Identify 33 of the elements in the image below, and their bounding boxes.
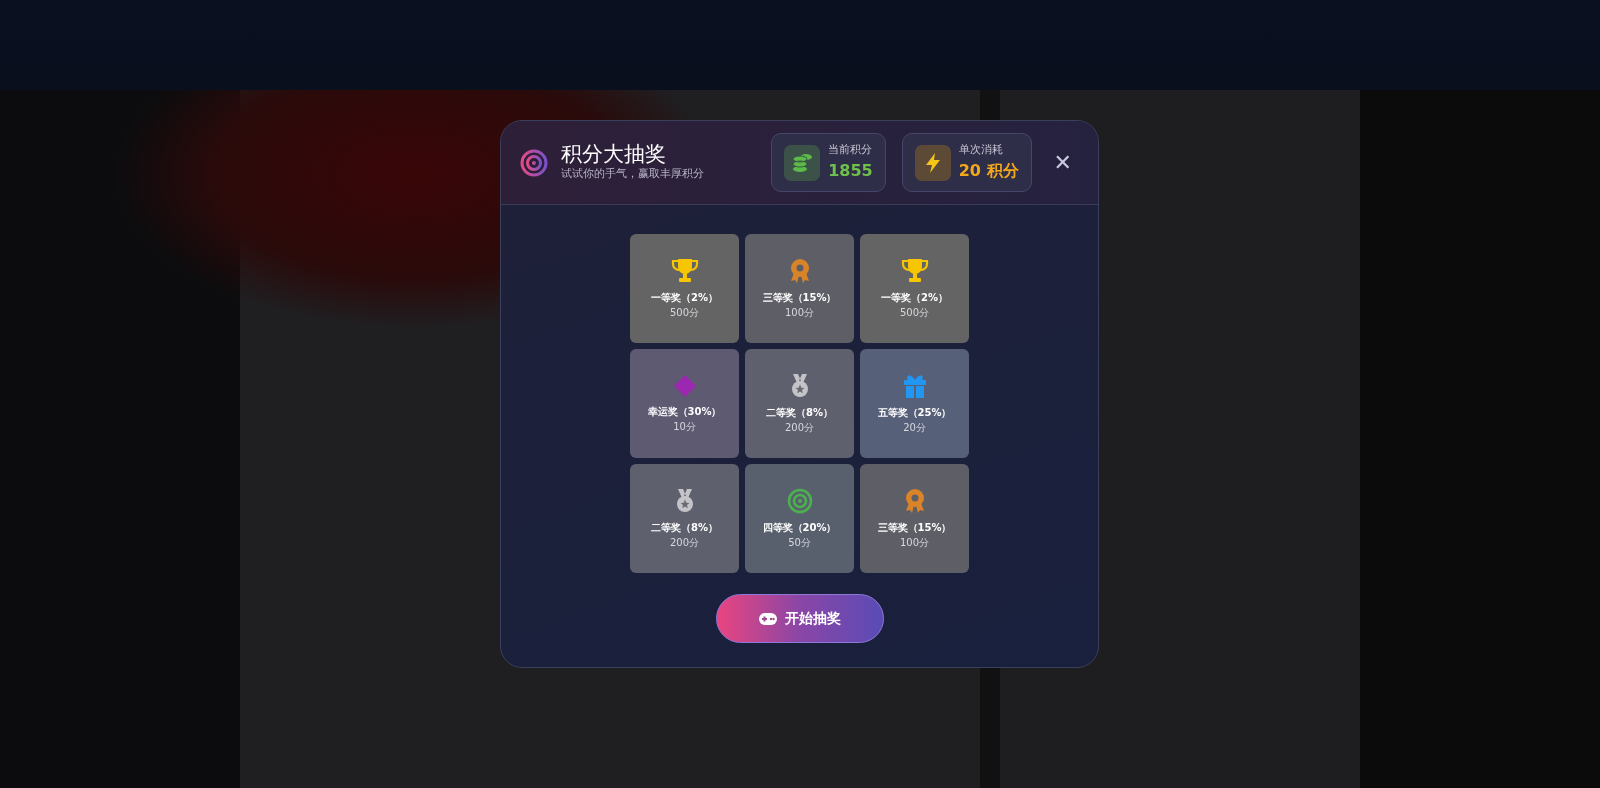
prize-points: 200分 [784,420,815,435]
dialog-subtitle: 试试你的手气，赢取丰厚积分 [561,165,704,182]
prize-points: 10分 [673,419,696,434]
stat-value: 20 积分 [958,159,1019,182]
dialog-title: 积分大抽奖 [561,142,667,166]
prize-points: 20分 [903,420,926,435]
trophy-icon [670,257,699,284]
prize-name: 幸运奖（30%） [647,404,722,419]
stat-label: 单次消耗 [958,142,1004,159]
prize-points: 50分 [788,535,811,550]
coins-icon [791,151,814,174]
gamepad-icon [758,612,777,625]
prize-name: 三等奖（15%） [762,290,837,305]
target-icon [786,487,813,514]
prize-points: 100分 [784,305,815,320]
prize-points: 500分 [899,305,930,320]
close-button[interactable]: ✕ [1047,151,1078,174]
diamond-icon [672,373,697,398]
prize-name: 二等奖（8%） [651,520,718,535]
prize-name: 二等奖（8%） [766,405,833,420]
prize-points: 200分 [669,535,700,550]
prize-points: 100分 [899,535,930,550]
prize-name: 三等奖（15%） [877,520,952,535]
prize-points: 500分 [669,305,700,320]
stat-label: 当前积分 [828,142,873,159]
target-icon [519,147,549,178]
prize-name: 一等奖（2%） [881,290,948,305]
prize-name: 一等奖（2%） [651,290,718,305]
prize-name: 五等奖（25%） [877,405,952,420]
start-draw-button[interactable]: 开始抽奖 [715,594,884,643]
stat-value: 1855 [828,159,873,182]
prize-name: 四等奖（20%） [762,520,837,535]
trophy-icon [900,257,929,284]
